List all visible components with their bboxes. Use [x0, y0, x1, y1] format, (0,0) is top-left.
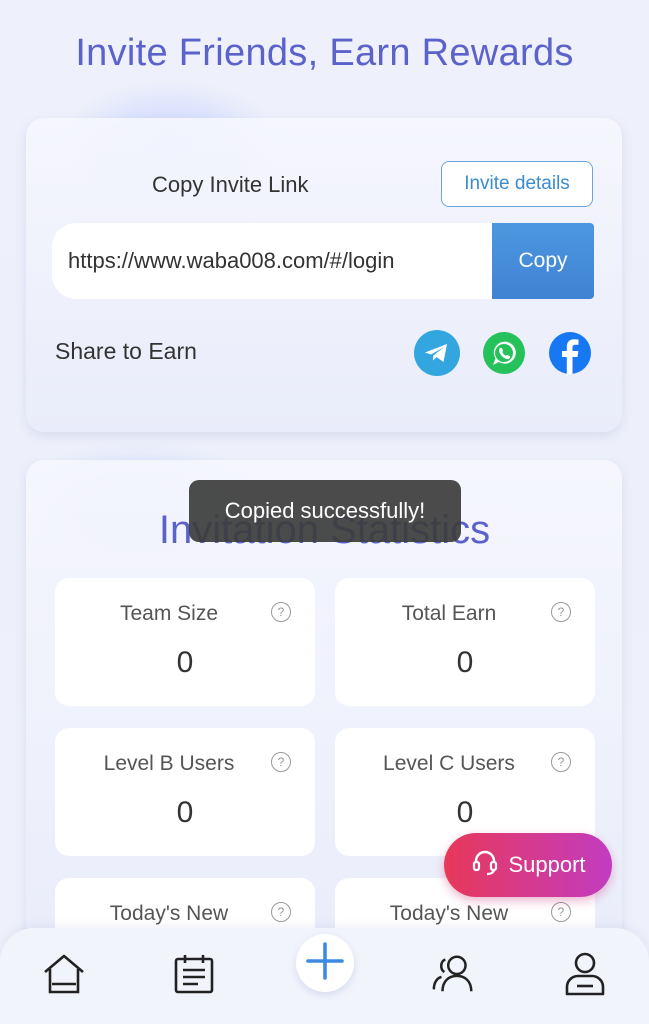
facebook-icon[interactable] — [547, 330, 593, 376]
invite-details-button[interactable]: Invite details — [441, 161, 593, 207]
support-label: Support — [508, 852, 586, 877]
stat-label: Total Earn — [401, 602, 497, 625]
help-icon[interactable]: ? — [271, 602, 291, 622]
copy-invite-label: Copy Invite Link — [152, 172, 309, 197]
telegram-icon[interactable] — [414, 330, 460, 376]
stat-label: Team Size — [119, 602, 219, 625]
help-icon[interactable]: ? — [551, 902, 571, 922]
stat-level-b-users: Level B Users ? 0 — [55, 728, 315, 856]
help-icon[interactable]: ? — [551, 752, 571, 772]
support-button[interactable]: Support — [444, 833, 612, 897]
stat-label: Level C Users — [383, 752, 515, 775]
stat-value: 0 — [456, 646, 474, 679]
page-title: Invite Friends, Earn Rewards — [75, 32, 574, 74]
stat-label: Today's New — [109, 902, 229, 925]
whatsapp-icon[interactable] — [481, 330, 527, 376]
stat-label: Level B Users — [103, 752, 235, 775]
team-icon[interactable] — [430, 950, 478, 998]
headset-icon — [470, 847, 508, 883]
calendar-icon[interactable] — [170, 950, 218, 998]
stat-value: 0 — [456, 796, 474, 829]
share-label: Share to Earn — [55, 338, 197, 364]
profile-icon[interactable] — [561, 950, 609, 998]
invite-link-field[interactable]: https://www.waba008.com/#/login — [52, 223, 492, 299]
stat-total-earn: Total Earn ? 0 — [335, 578, 595, 706]
plus-icon — [305, 941, 345, 986]
stat-team-size: Team Size ? 0 — [55, 578, 315, 706]
toast-message: Copied successfully! — [189, 480, 461, 542]
help-icon[interactable]: ? — [551, 602, 571, 622]
copy-button[interactable]: Copy — [492, 223, 594, 299]
plus-button[interactable] — [296, 934, 354, 992]
home-icon[interactable] — [40, 950, 88, 998]
help-icon[interactable]: ? — [271, 752, 291, 772]
stat-value: 0 — [176, 796, 194, 829]
help-icon[interactable]: ? — [271, 902, 291, 922]
stat-label: Today's New — [389, 902, 509, 925]
stat-value: 0 — [176, 646, 194, 679]
